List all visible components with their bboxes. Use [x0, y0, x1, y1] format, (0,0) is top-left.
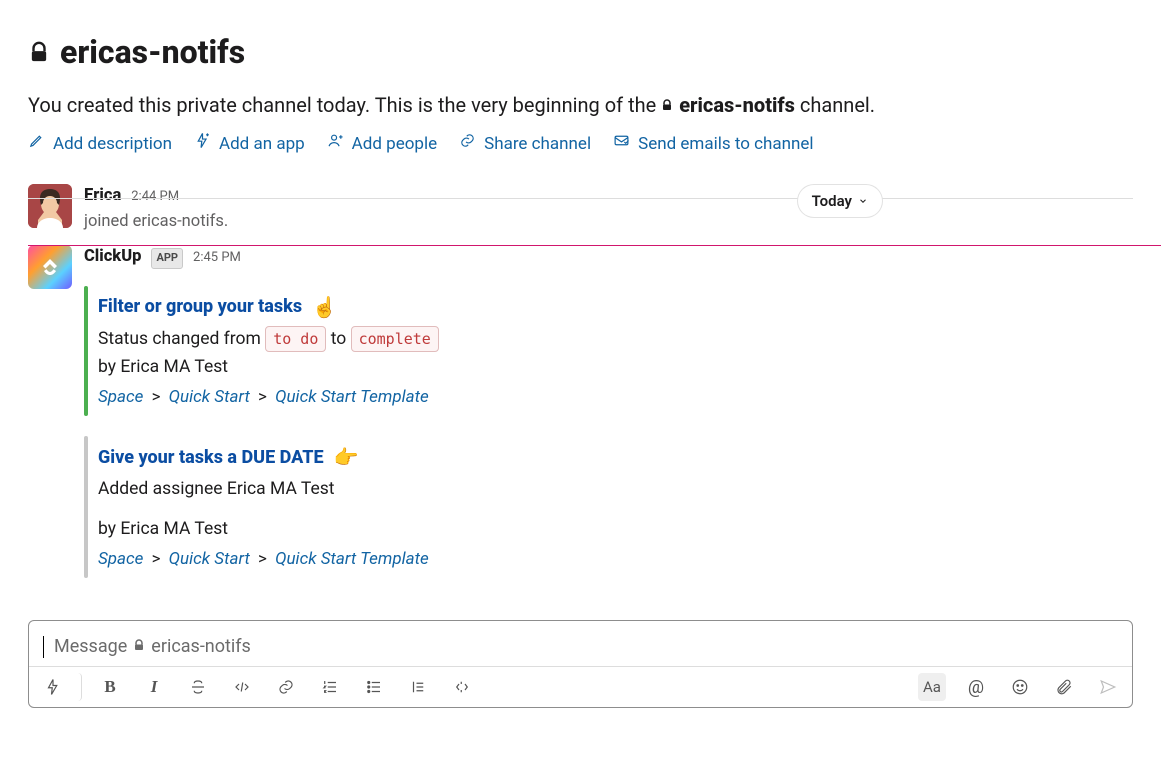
- add-description-button[interactable]: Add description: [28, 132, 172, 158]
- lock-icon: [661, 98, 673, 112]
- timestamp: 2:45 PM: [193, 248, 241, 268]
- message-clickup: ClickUp APP 2:45 PM Filter or group your…: [28, 245, 1133, 594]
- send-button[interactable]: [1094, 673, 1122, 701]
- breadcrumb-link[interactable]: Quick Start: [169, 549, 250, 569]
- formatting-toggle-button[interactable]: Aa: [918, 673, 946, 701]
- timestamp: 2:44 PM: [131, 187, 179, 207]
- attachment: Filter or group your tasks ☝️ Status cha…: [84, 282, 1133, 420]
- attach-button[interactable]: [1050, 673, 1078, 701]
- text-cursor: [43, 636, 44, 658]
- code-block-button[interactable]: [448, 673, 476, 701]
- date-chip[interactable]: Today: [797, 184, 883, 219]
- lock-icon: [133, 633, 145, 660]
- breadcrumb-link[interactable]: Space: [98, 387, 143, 407]
- italic-button[interactable]: I: [140, 673, 168, 701]
- message-join: Erica 2:44 PM joined ericas-notifs.: [28, 184, 1133, 236]
- breadcrumb-link[interactable]: Quick Start Template: [275, 387, 429, 407]
- person-plus-icon: [327, 132, 344, 158]
- attachment-line: Added assignee Erica MA Test: [98, 476, 1119, 502]
- point-up-icon: ☝️: [312, 292, 337, 322]
- chevron-down-icon: [858, 190, 868, 213]
- breadcrumb: Space > Quick Start > Quick Start Templa…: [98, 547, 1119, 573]
- avatar[interactable]: [28, 245, 72, 289]
- pencil-icon: [28, 132, 45, 158]
- emoji-button[interactable]: [1006, 673, 1034, 701]
- attachment-title[interactable]: Give your tasks a DUE DATE 👉: [98, 442, 359, 472]
- send-emails-button[interactable]: Send emails to channel: [613, 132, 813, 158]
- bulleted-list-button[interactable]: [360, 673, 388, 701]
- shortcuts-button[interactable]: [39, 673, 82, 701]
- breadcrumb-link[interactable]: Quick Start: [169, 387, 250, 407]
- app-badge: APP: [151, 248, 183, 269]
- code-button[interactable]: [228, 673, 256, 701]
- channel-view: ericas-notifs You created this private c…: [0, 0, 1161, 730]
- byline: by Erica MA Test: [98, 354, 1119, 380]
- blockquote-button[interactable]: [404, 673, 432, 701]
- breadcrumb: Space > Quick Start > Quick Start Templa…: [98, 385, 1119, 411]
- channel-name: ericas-notifs: [60, 28, 245, 76]
- sender-name[interactable]: Erica: [84, 184, 121, 209]
- channel-actions: Add description Add an app Add people Sh…: [28, 132, 1133, 158]
- attachment: Give your tasks a DUE DATE 👉 Added assig…: [84, 432, 1133, 582]
- add-people-button[interactable]: Add people: [327, 132, 437, 158]
- message-composer: Message ericas-notifs B I Aa @: [28, 620, 1133, 708]
- avatar[interactable]: [28, 184, 72, 228]
- link-icon: [459, 132, 476, 158]
- channel-intro: You created this private channel today. …: [28, 90, 1133, 120]
- channel-title: ericas-notifs: [28, 28, 1133, 76]
- share-channel-button[interactable]: Share channel: [459, 132, 591, 158]
- envelope-check-icon: [613, 132, 630, 158]
- system-text: joined ericas-notifs.: [84, 210, 1133, 235]
- mention-button[interactable]: @: [962, 673, 990, 701]
- composer-toolbar: B I Aa @: [29, 666, 1132, 707]
- link-button[interactable]: [272, 673, 300, 701]
- composer-input[interactable]: Message ericas-notifs: [29, 621, 1132, 666]
- attachment-title[interactable]: Filter or group your tasks ☝️: [98, 292, 337, 322]
- status-pill-to: complete: [351, 326, 439, 353]
- breadcrumb-link[interactable]: Space: [98, 549, 143, 569]
- channel-ref: ericas-notifs: [661, 90, 795, 120]
- point-right-icon: 👉: [334, 442, 359, 472]
- attachment-line: Status changed from to do to complete: [98, 326, 1119, 353]
- lock-icon: [28, 40, 50, 64]
- add-app-button[interactable]: Add an app: [194, 132, 305, 158]
- lightning-plus-icon: [194, 132, 211, 158]
- sender-name[interactable]: ClickUp: [84, 245, 141, 270]
- breadcrumb-link[interactable]: Quick Start Template: [275, 549, 429, 569]
- ordered-list-button[interactable]: [316, 673, 344, 701]
- byline: by Erica MA Test: [98, 516, 1119, 542]
- bold-button[interactable]: B: [96, 673, 124, 701]
- strikethrough-button[interactable]: [184, 673, 212, 701]
- status-pill-from: to do: [265, 326, 326, 353]
